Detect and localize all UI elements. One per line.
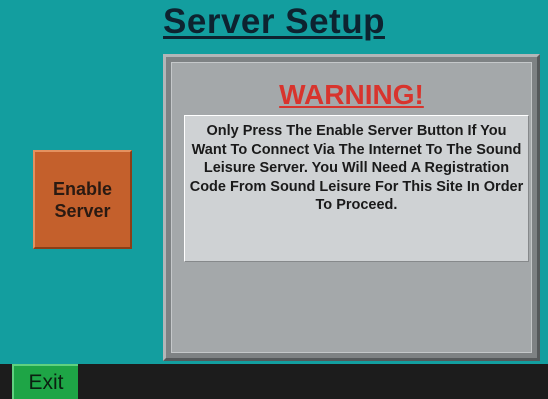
page-title: Server Setup	[163, 2, 385, 41]
server-setup-screen: Server Setup Enable Server WARNING! Only…	[0, 0, 548, 399]
warning-panel-inner: WARNING! Only Press The Enable Server Bu…	[171, 62, 532, 353]
warning-panel: WARNING! Only Press The Enable Server Bu…	[163, 54, 540, 361]
enable-server-label: Enable Server	[52, 178, 113, 221]
exit-button[interactable]: Exit	[12, 364, 78, 399]
bottom-bar	[0, 364, 548, 399]
warning-heading: WARNING!	[279, 79, 424, 110]
warning-message: Only Press The Enable Server Button If Y…	[184, 115, 529, 262]
enable-server-button[interactable]: Enable Server	[33, 150, 132, 249]
